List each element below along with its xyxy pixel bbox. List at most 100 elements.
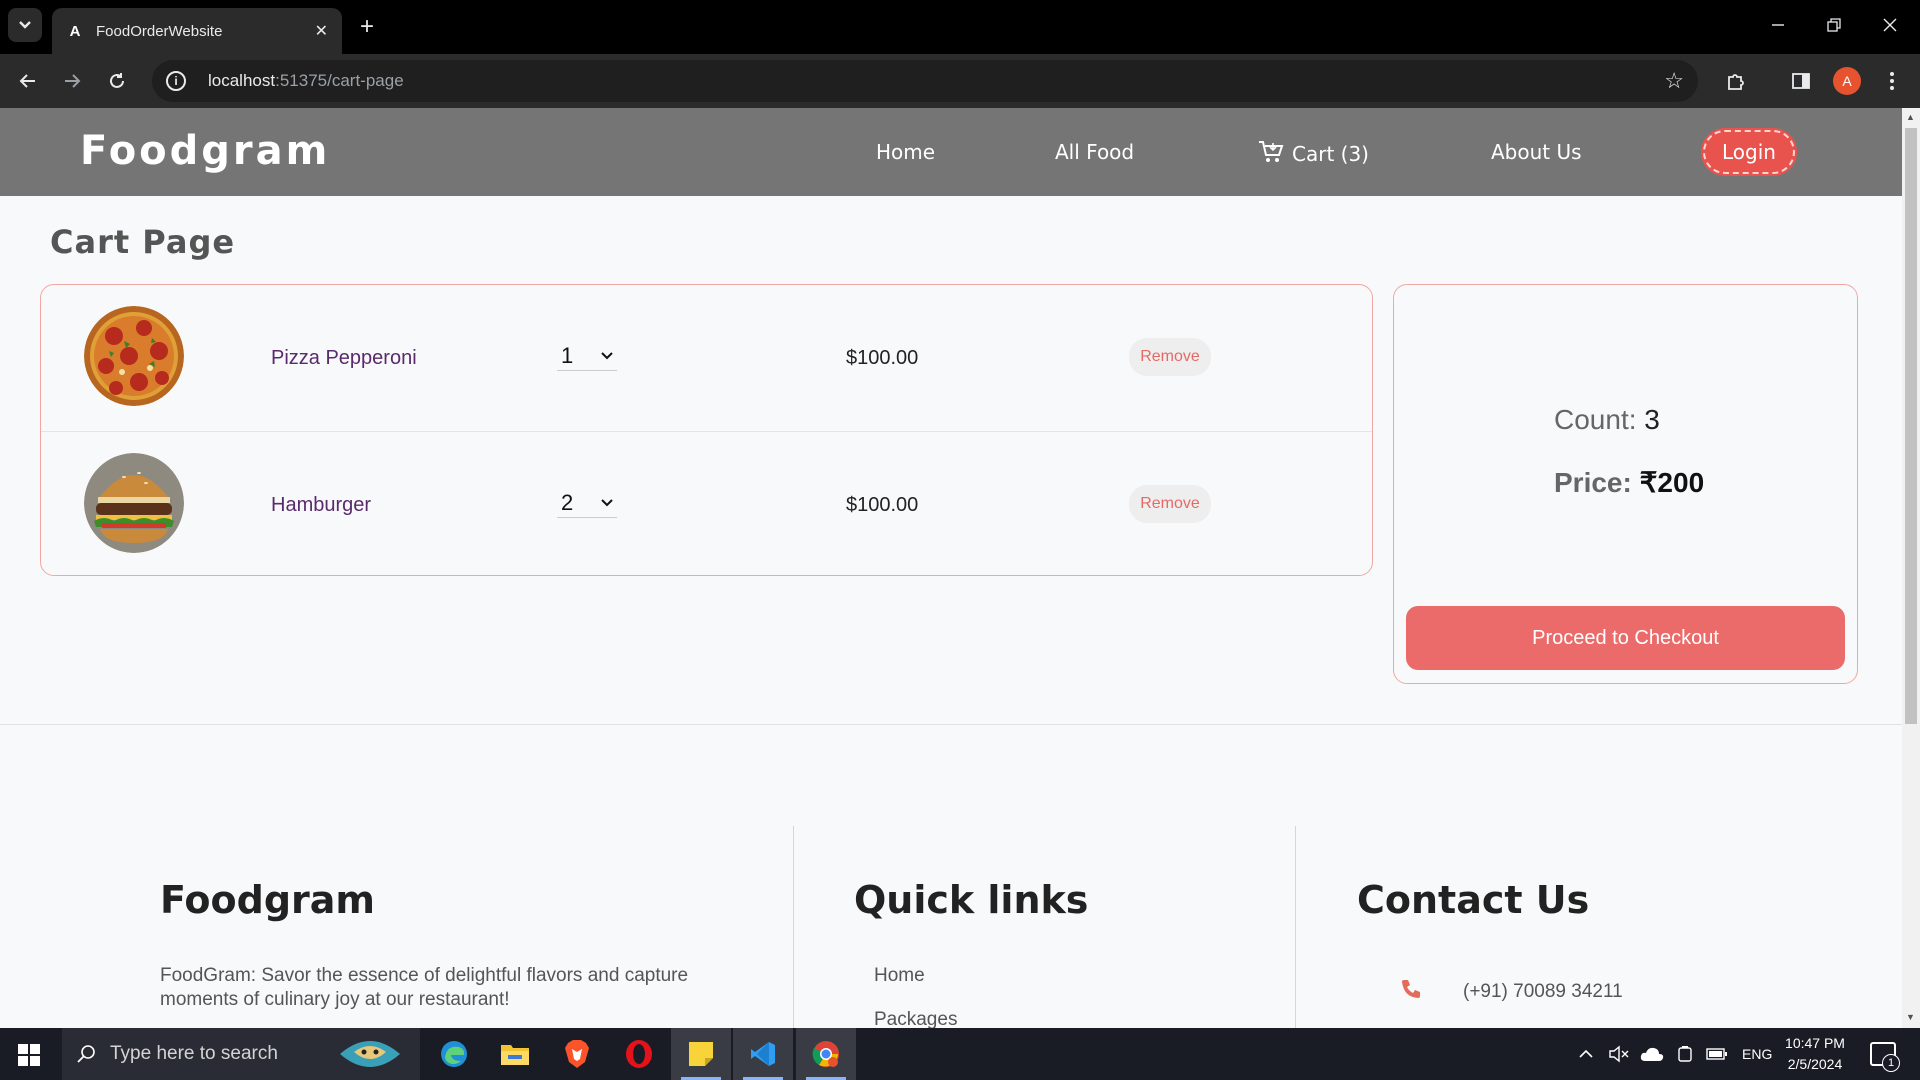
- restore-button[interactable]: [1806, 0, 1862, 50]
- summary-count: Count: 3: [1554, 404, 1660, 436]
- site-info-icon[interactable]: i: [166, 71, 186, 91]
- nav-about-us[interactable]: About Us: [1491, 140, 1582, 164]
- scrollbar-thumb[interactable]: [1905, 128, 1917, 724]
- side-panel-icon: [1792, 73, 1810, 89]
- quantity-select[interactable]: 2: [557, 488, 617, 518]
- price-label: Price:: [1554, 467, 1632, 498]
- phone-icon: [1402, 980, 1420, 998]
- start-button[interactable]: [18, 1044, 40, 1071]
- nav-cart[interactable]: Cart (3): [1258, 140, 1369, 166]
- tab-search-button[interactable]: [8, 8, 42, 42]
- more-vertical-icon: [1890, 72, 1894, 90]
- search-icon: [77, 1045, 95, 1063]
- taskbar-search[interactable]: Type here to search: [62, 1028, 420, 1080]
- profile-avatar[interactable]: A: [1833, 67, 1861, 95]
- hamburger-image[interactable]: [84, 453, 184, 553]
- vscode-icon: [751, 1042, 775, 1066]
- scroll-down-icon[interactable]: ▼: [1906, 1012, 1915, 1022]
- edge-icon: [441, 1041, 467, 1067]
- close-icon: [1883, 18, 1897, 32]
- cart-item-list: Pizza Pepperoni 1 $100.00 Remove Hamburg…: [40, 284, 1373, 576]
- quantity-select[interactable]: 1: [557, 341, 617, 371]
- pizza-image[interactable]: [84, 306, 184, 406]
- forward-button[interactable]: [56, 65, 88, 97]
- nav-home[interactable]: Home: [876, 140, 935, 164]
- taskbar-chrome[interactable]: [796, 1028, 856, 1080]
- battery-icon[interactable]: [1706, 1047, 1728, 1061]
- url-text[interactable]: localhost:51375/cart-page: [208, 71, 404, 91]
- taskbar-opera[interactable]: [609, 1028, 669, 1080]
- cart-item-name[interactable]: Hamburger: [271, 494, 371, 517]
- quantity-value: 2: [561, 489, 574, 515]
- clock-date: 2/5/2024: [1787, 1056, 1843, 1072]
- taskbar-sticky-notes[interactable]: [671, 1028, 731, 1080]
- address-bar[interactable]: i localhost:51375/cart-page ☆: [152, 60, 1698, 102]
- hamburger-picture: [84, 453, 184, 553]
- windows-taskbar: Type here to search ENG 10:47 PM 2/5/202…: [0, 1028, 1920, 1080]
- reload-icon: [110, 73, 124, 88]
- chrome-icon: [812, 1041, 839, 1067]
- scroll-up-icon[interactable]: ▲: [1906, 112, 1915, 122]
- tab-close-icon[interactable]: ✕: [315, 21, 328, 41]
- page-scrollbar[interactable]: ▲ ▼: [1902, 108, 1920, 1028]
- count-label: Count:: [1554, 404, 1637, 435]
- site-header: Foodgram Home All Food Cart (3) About Us…: [0, 108, 1902, 196]
- nav-all-food[interactable]: All Food: [1055, 140, 1134, 164]
- folder-icon: [501, 1045, 529, 1065]
- order-summary-card: Count: 3 Price: ₹200 Proceed to Checkout: [1393, 284, 1858, 684]
- reload-button[interactable]: [101, 65, 133, 97]
- remove-button[interactable]: Remove: [1129, 338, 1211, 376]
- back-button[interactable]: [12, 65, 44, 97]
- footer-brand-heading: Foodgram: [160, 878, 376, 922]
- opera-icon: [626, 1040, 652, 1068]
- angular-favicon-icon: A: [69, 22, 81, 40]
- taskbar-edge[interactable]: [424, 1028, 484, 1080]
- browser-tabstrip: A FoodOrderWebsite ✕ +: [0, 0, 1920, 54]
- cart-item-name[interactable]: Pizza Pepperoni: [271, 347, 417, 370]
- proceed-to-checkout-button[interactable]: Proceed to Checkout: [1406, 606, 1845, 670]
- new-tab-button[interactable]: +: [352, 12, 382, 42]
- footer-description: FoodGram: Savor the essence of delightfu…: [160, 965, 689, 1010]
- footer-divider: [793, 826, 794, 1028]
- close-window-button[interactable]: [1862, 0, 1918, 50]
- taskbar-file-explorer[interactable]: [485, 1028, 545, 1080]
- footer-link-home[interactable]: Home: [874, 965, 925, 987]
- page-viewport: Foodgram Home All Food Cart (3) About Us…: [0, 108, 1902, 1028]
- browser-tab-active[interactable]: A FoodOrderWebsite ✕: [52, 8, 342, 54]
- battery-saver-icon[interactable]: [1676, 1045, 1694, 1063]
- speaker-muted-icon[interactable]: [1608, 1045, 1630, 1063]
- quick-links-heading: Quick links: [854, 878, 1089, 922]
- cart-item-row: Hamburger 2 $100.00 Remove: [41, 431, 1372, 577]
- page-title: Cart Page: [50, 223, 236, 261]
- arrow-left-icon: [19, 74, 35, 88]
- browser-toolbar: i localhost:51375/cart-page ☆ A: [0, 54, 1920, 108]
- side-panel-button[interactable]: [1785, 65, 1817, 97]
- search-placeholder: Type here to search: [110, 1043, 278, 1064]
- brave-lion-icon: [565, 1040, 589, 1068]
- remove-button[interactable]: Remove: [1129, 485, 1211, 523]
- cart-item-price: $100.00: [846, 494, 919, 516]
- contact-phone: (+91) 70089 34211: [1463, 981, 1623, 1002]
- site-logo[interactable]: Foodgram: [80, 128, 330, 174]
- search-highlight-mask-icon: [340, 1041, 400, 1067]
- chevron-down-icon: [601, 351, 613, 359]
- extensions-button[interactable]: [1720, 65, 1752, 97]
- chevron-up-icon[interactable]: [1578, 1049, 1594, 1059]
- taskbar-vscode[interactable]: [733, 1028, 793, 1080]
- sticky-note-icon: [689, 1042, 713, 1066]
- onedrive-cloud-icon[interactable]: [1640, 1046, 1664, 1062]
- bookmark-star-icon[interactable]: ☆: [1664, 68, 1684, 94]
- section-divider: [0, 724, 1902, 725]
- chevron-down-icon: [601, 498, 613, 506]
- cart-item-row: Pizza Pepperoni 1 $100.00 Remove: [41, 285, 1372, 431]
- footer-link-packages[interactable]: Packages: [874, 1009, 957, 1028]
- taskbar-clock[interactable]: 10:47 PM 2/5/2024: [1770, 1033, 1860, 1075]
- browser-menu-button[interactable]: [1876, 65, 1908, 97]
- url-path: :51375/cart-page: [275, 71, 404, 90]
- input-language[interactable]: ENG: [1742, 1046, 1772, 1062]
- taskbar-brave[interactable]: [547, 1028, 607, 1080]
- login-button[interactable]: Login: [1703, 130, 1795, 174]
- restore-icon: [1827, 18, 1841, 32]
- clock-time: 10:47 PM: [1785, 1035, 1845, 1051]
- minimize-button[interactable]: [1750, 0, 1806, 50]
